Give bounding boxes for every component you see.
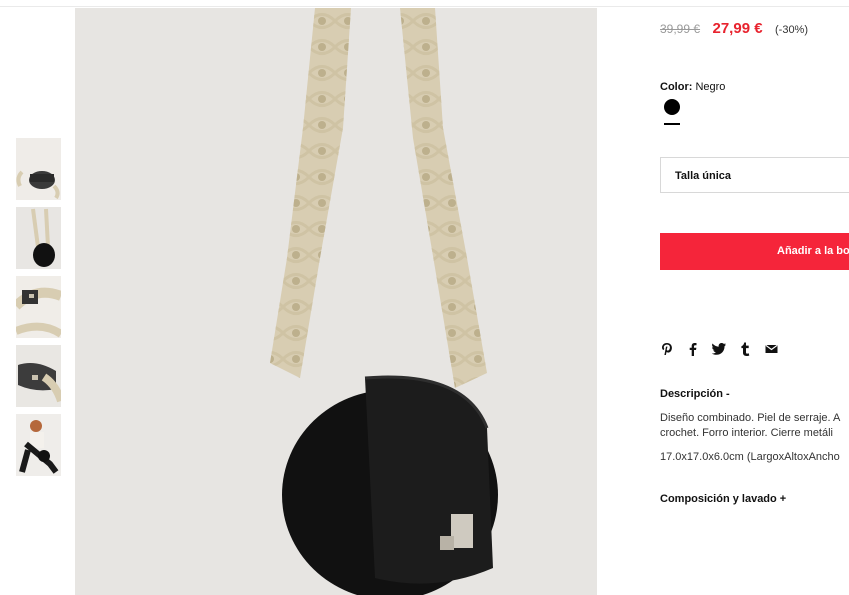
facebook-icon[interactable] [686, 342, 700, 356]
old-price: 39,99 € [660, 22, 701, 36]
discount-badge: (-30%) [775, 24, 809, 36]
thumbnail-gallery [16, 138, 62, 483]
color-swatch-black[interactable] [664, 99, 680, 115]
product-dimensions: 17.0x17.0x6.0cm (LargoxAltoxAncho [660, 451, 840, 463]
color-selector-label: Color: Negro [660, 81, 725, 93]
share-bar [660, 342, 778, 356]
color-value: Negro [695, 81, 726, 93]
tumblr-icon[interactable] [738, 342, 752, 356]
thumbnail-3[interactable] [16, 276, 61, 338]
pinterest-icon[interactable] [660, 342, 674, 356]
thumbnail-5[interactable] [16, 414, 61, 476]
composition-and-care-heading[interactable]: Composición y lavado + [660, 493, 786, 505]
mail-icon[interactable] [764, 342, 778, 356]
thumbnail-4[interactable] [16, 345, 61, 407]
top-divider [0, 6, 849, 7]
add-to-bag-label: Añadir a la bo [777, 245, 849, 257]
description-text: Diseño combinado. Piel de serraje. A cro… [660, 411, 849, 441]
twitter-icon[interactable] [712, 342, 726, 356]
description-heading[interactable]: Descripción - [660, 388, 730, 400]
price-row: 39,99 € 27,99 € (-30%) [660, 20, 808, 38]
sale-price: 27,99 € [712, 20, 763, 37]
description-line-2: crochet. Forro interior. Cierre metáli [660, 427, 833, 439]
product-main-image[interactable] [75, 8, 597, 595]
thumbnail-1[interactable] [16, 138, 61, 200]
thumbnail-2[interactable] [16, 207, 61, 269]
size-selector[interactable]: Talla única [660, 157, 849, 193]
color-label: Color: [660, 81, 693, 93]
description-line-1: Diseño combinado. Piel de serraje. A [660, 412, 841, 424]
selected-swatch-indicator [664, 123, 680, 125]
add-to-bag-button[interactable]: Añadir a la bo [660, 233, 849, 270]
